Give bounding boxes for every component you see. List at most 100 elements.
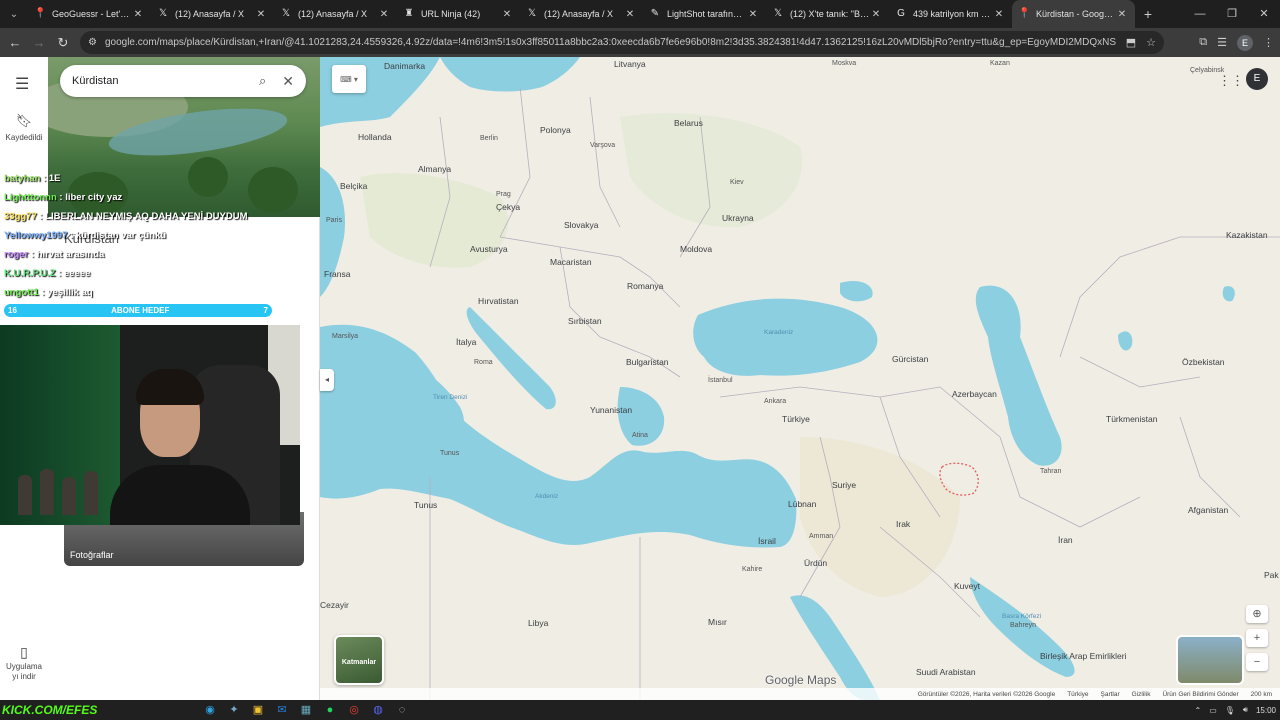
chrome-icon[interactable]: ◎ <box>346 702 362 718</box>
search-box[interactable]: ⌕ ✕ <box>60 65 306 97</box>
map-city-label: Amman <box>809 533 834 540</box>
search-input[interactable] <box>72 75 249 87</box>
file-explorer-icon[interactable]: ▣ <box>250 702 266 718</box>
forward-button[interactable]: → <box>27 35 51 50</box>
browser-tab[interactable]: 𝕏 (12) Anasayfa / X ✕ <box>151 0 274 28</box>
browser-tab[interactable]: ♜ URL Ninja (42) ✕ <box>397 0 520 28</box>
close-tab-icon[interactable]: ✕ <box>992 9 1006 20</box>
browser-tab[interactable]: G 439 katrilyon km kaç ✕ <box>889 0 1012 28</box>
attribution-item[interactable]: Türkiye <box>1067 691 1088 698</box>
extensions-icon[interactable]: ⧉ <box>1199 36 1207 49</box>
mic-icon[interactable]: 🎙︎ <box>1225 706 1235 715</box>
tab-title: URL Ninja (42) <box>421 9 481 19</box>
map-label: İsrail <box>758 536 776 546</box>
install-app-icon[interactable]: ⬒ <box>1126 36 1136 49</box>
map-label: Cezayir <box>320 600 349 610</box>
map-label: Gürcistan <box>892 354 929 364</box>
browser-tab[interactable]: 📍 GeoGuessr - Let's exp✕ <box>28 0 151 28</box>
close-tab-icon[interactable]: ✕ <box>1115 9 1129 20</box>
map-city-label: Berlin <box>480 135 498 142</box>
close-icon[interactable]: ✕ <box>282 73 294 90</box>
close-tab-icon[interactable]: ✕ <box>623 9 637 20</box>
tab-search-button[interactable]: ⌄ <box>0 0 28 28</box>
browser-tab[interactable]: 𝕏 (12) X'te tanık: "Bir fo ✕ <box>766 0 889 28</box>
profile-avatar[interactable]: E <box>1237 34 1253 51</box>
close-tab-icon[interactable]: ✕ <box>746 9 760 20</box>
tray-chevron-icon[interactable]: ⌃ <box>1195 706 1202 715</box>
clock[interactable]: 15:00 <box>1256 706 1276 715</box>
browser-tab[interactable]: 𝕏 (12) Anasayfa / X ✕ <box>520 0 643 28</box>
reading-list-icon[interactable]: ☰ <box>1217 36 1227 49</box>
browser-tab[interactable]: 𝕏 (12) Anasayfa / X ✕ <box>274 0 397 28</box>
my-location-icon[interactable]: ⊕ <box>1246 605 1268 623</box>
photos-icon[interactable]: ▦ <box>298 702 314 718</box>
layers-button[interactable]: Katmanlar <box>334 635 384 685</box>
tab-strip: ⌄ 📍GeoGuessr - Let's exp✕𝕏(12) Anasayfa … <box>0 0 1280 28</box>
lake-water <box>1222 286 1235 302</box>
hamburger-menu-icon[interactable]: ☰ <box>15 74 29 94</box>
subgoal-current: 16 <box>8 306 17 315</box>
reload-button[interactable]: ↻ <box>51 35 75 51</box>
map-label: Moldova <box>680 244 713 254</box>
close-tab-icon[interactable]: ✕ <box>254 9 268 20</box>
obs-icon[interactable]: ◌ <box>394 702 410 718</box>
maximize-button[interactable]: ❐ <box>1216 0 1248 28</box>
ninja-icon: ♜ <box>404 8 414 19</box>
kebab-menu-icon[interactable]: ⋮ <box>1263 36 1274 49</box>
get-app-button[interactable]: ▯ Uygulama yı indir <box>0 645 48 682</box>
new-tab-button[interactable]: + <box>1135 6 1161 22</box>
window-controls: — ❐ ✕ <box>1184 0 1280 28</box>
subscriber-goal-bar: 16 ABONE HEDEF 7 <box>4 304 272 317</box>
x-icon: 𝕏 <box>281 8 291 19</box>
keyboard-shortcut-button[interactable]: ⌨ ▾ <box>332 65 366 93</box>
attribution-item[interactable]: Ürün Geri Bildirimi Gönder <box>1162 691 1238 698</box>
close-window-button[interactable]: ✕ <box>1248 0 1280 28</box>
map-label: Suriye <box>832 480 857 490</box>
map-city-label: Ankara <box>764 398 787 405</box>
x-icon: 𝕏 <box>527 8 537 19</box>
attribution-item: Görüntüler ©2026, Harita verileri ©2026 … <box>917 690 1056 698</box>
minimize-button[interactable]: — <box>1184 0 1216 28</box>
chat-username: batyhan <box>4 173 41 184</box>
geoguessr-icon: 📍 <box>34 8 47 19</box>
browser-tab[interactable]: 📍 Kürdistan - Google M ✕ <box>1012 0 1135 28</box>
streamer-webcam <box>0 325 300 525</box>
street-view-thumbnail[interactable] <box>1176 635 1244 685</box>
map-label: Sırbistan <box>568 316 602 326</box>
map-label: Libya <box>528 618 549 628</box>
copilot-icon[interactable]: ✦ <box>226 702 242 718</box>
desert-area <box>800 437 960 597</box>
discord-icon[interactable]: ◍ <box>370 702 386 718</box>
attribution-item[interactable]: Gizlilik <box>1132 691 1151 698</box>
close-tab-icon[interactable]: ✕ <box>377 9 391 20</box>
bookmark-star-icon[interactable]: ☆ <box>1146 36 1156 49</box>
map-label: Romanya <box>627 281 664 291</box>
address-bar[interactable]: ⚙ google.com/maps/place/Kürdistan,+İran/… <box>80 31 1164 54</box>
map-label: Belarus <box>674 118 703 128</box>
outlook-icon[interactable]: ✉ <box>274 702 290 718</box>
map-city-label: İstanbul <box>708 377 733 384</box>
saved-label: Kaydedildi <box>5 133 43 142</box>
zoom-in-button[interactable]: + <box>1246 629 1268 647</box>
close-tab-icon[interactable]: ✕ <box>500 9 514 20</box>
spotify-icon[interactable]: ● <box>322 702 338 718</box>
photos-label: Fotoğraflar <box>70 550 114 560</box>
close-tab-icon[interactable]: ✕ <box>131 9 145 20</box>
zoom-out-button[interactable]: − <box>1246 653 1268 671</box>
close-tab-icon[interactable]: ✕ <box>869 9 883 20</box>
scale-label[interactable]: 200 km <box>1251 691 1272 698</box>
account-avatar[interactable]: E <box>1246 68 1268 90</box>
volume-icon[interactable]: 🔊︎ <box>1243 705 1248 715</box>
back-button[interactable]: ← <box>3 35 27 50</box>
map-label: Avusturya <box>470 244 508 254</box>
site-info-icon[interactable]: ⚙ <box>88 37 97 48</box>
search-icon[interactable]: ⌕ <box>259 73 266 89</box>
network-icon[interactable]: ▭ <box>1209 706 1217 715</box>
browser-tab[interactable]: ✎ LightShot tarafından ✕ <box>643 0 766 28</box>
saved-button[interactable]: 🔖︎ Kaydedildi <box>0 113 48 142</box>
tab-title: LightShot tarafından <box>667 9 746 19</box>
edge-icon[interactable]: ◉ <box>202 702 218 718</box>
attribution-item[interactable]: Şartlar <box>1101 691 1120 698</box>
collapse-panel-button[interactable]: ◂ <box>320 369 334 391</box>
map-canvas[interactable]: ⌨ ▾ ⋮⋮⋮ E Danimarka Litvanya Moskva Kaza… <box>320 57 1280 700</box>
